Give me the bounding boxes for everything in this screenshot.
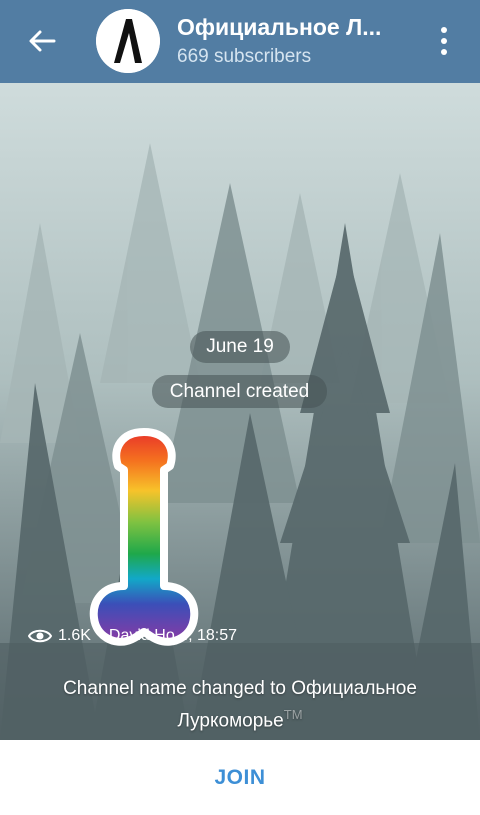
- service-message-renamed: Channel name changed to Официальное Лурк…: [20, 676, 460, 734]
- author-and-time: David Ho..., 18:57: [108, 627, 237, 644]
- view-count: 1.6K: [58, 627, 91, 644]
- more-menu-button[interactable]: [428, 24, 460, 58]
- chat-area[interactable]: June 19 Channel created 1.6K David Ho...…: [0, 83, 480, 740]
- subscriber-count: 669 subscribers: [177, 46, 312, 67]
- eye-icon: [28, 629, 52, 643]
- channel-title[interactable]: Официальное Л...: [177, 14, 422, 41]
- message-meta: 1.6K David Ho..., 18:57: [28, 623, 268, 649]
- back-button[interactable]: [22, 25, 62, 57]
- join-button[interactable]: JOIN: [184, 758, 295, 798]
- service-message-created: Channel created: [152, 375, 327, 408]
- trademark-mark: TM: [283, 707, 303, 722]
- bottom-bar: JOIN: [0, 740, 480, 815]
- chat-header: Официальное Л... 669 subscribers: [0, 0, 480, 83]
- channel-avatar[interactable]: [96, 9, 160, 73]
- date-separator: June 19: [190, 331, 290, 363]
- more-vertical-icon: [441, 27, 447, 33]
- arrow-left-icon: [29, 30, 56, 52]
- renamed-text: Channel name changed to Официальное Лурк…: [63, 678, 417, 732]
- rainbow-sticker[interactable]: [86, 426, 202, 652]
- channel-logo: [96, 9, 160, 73]
